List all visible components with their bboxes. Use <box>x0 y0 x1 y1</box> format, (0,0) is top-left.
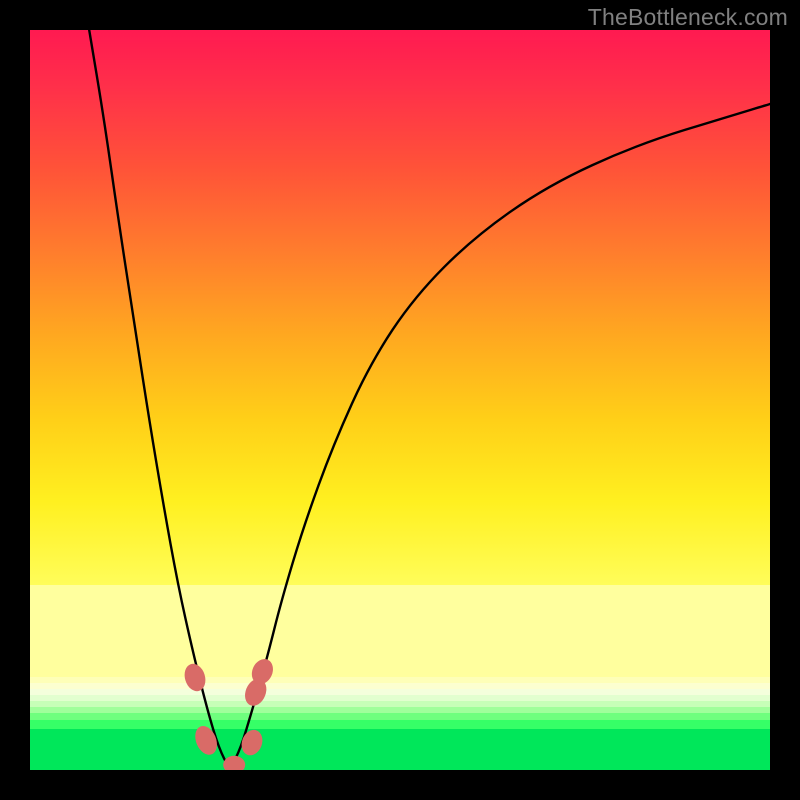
watermark-text: TheBottleneck.com <box>588 4 788 31</box>
chart-frame: TheBottleneck.com <box>0 0 800 800</box>
bottleneck-curve-line <box>89 30 770 764</box>
marker-group <box>181 656 276 770</box>
chart-svg <box>30 30 770 770</box>
m-left-upper <box>181 661 208 694</box>
plot-area <box>30 30 770 770</box>
m-bottom <box>223 756 245 770</box>
m-right-lower <box>238 727 266 758</box>
